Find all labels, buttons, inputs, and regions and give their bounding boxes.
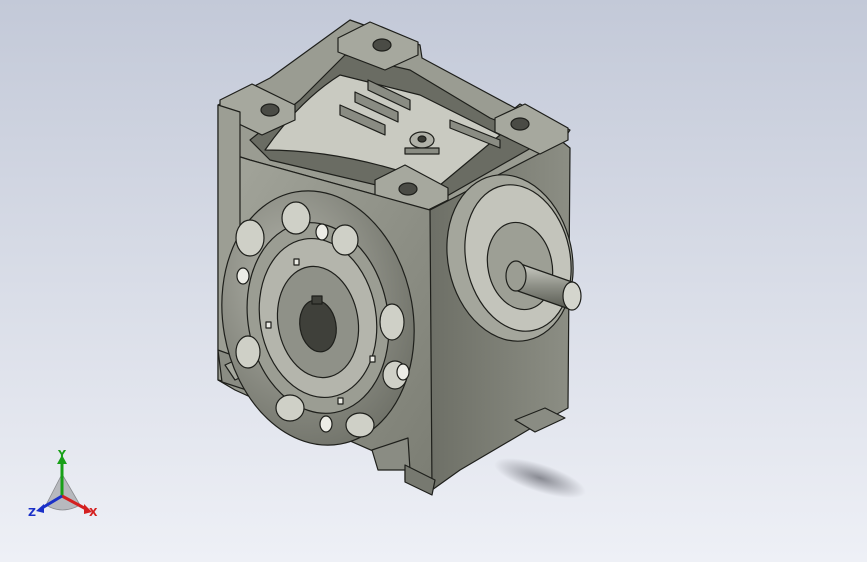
flange-bolt-hole	[396, 363, 410, 381]
bolt-hole-top-back	[372, 38, 392, 52]
triad-z-label: Z	[28, 506, 36, 519]
flange-pocket	[235, 219, 265, 257]
model-canvas[interactable]: Y X Z	[0, 0, 867, 562]
flange-pocket	[281, 201, 311, 235]
flange-bolt-hole	[236, 267, 250, 285]
input-shaft-end	[562, 281, 582, 311]
ring-marker	[369, 355, 376, 363]
flange-pocket	[331, 224, 359, 256]
flange-pocket	[275, 394, 305, 422]
triad-y-label: Y	[57, 448, 67, 461]
ring-marker	[293, 258, 300, 266]
ring-marker	[337, 397, 344, 405]
bolt-hole-top-front	[398, 182, 418, 196]
output-bore-keyway	[311, 295, 323, 305]
bolt-hole-top-left	[260, 103, 280, 117]
triad-x-label: X	[89, 506, 98, 519]
bolt-hole-top-right	[510, 117, 530, 131]
flange-pocket	[379, 303, 405, 341]
flange-pocket	[235, 335, 261, 369]
breather-plug-handle	[404, 147, 440, 155]
flange-pocket	[345, 412, 375, 438]
flange-bolt-hole	[319, 415, 333, 433]
input-shaft-base	[505, 260, 527, 292]
flange-bolt-hole	[315, 223, 329, 241]
ring-marker	[265, 321, 272, 329]
breather-plug-hole	[417, 135, 427, 143]
graphics-viewport[interactable]: Y X Z	[0, 0, 867, 562]
